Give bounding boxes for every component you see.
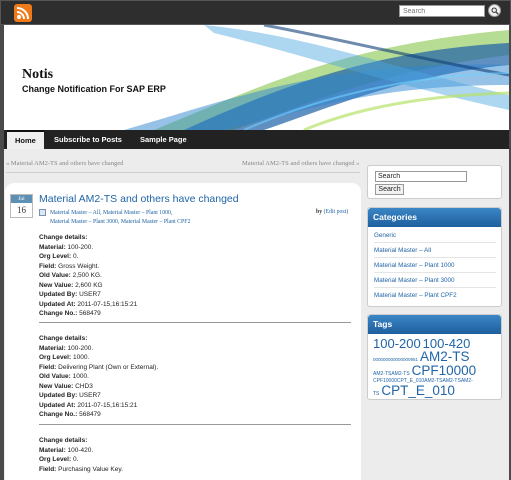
- tags-widget: Tags 100-200 100-420 000000000000000951 …: [367, 314, 502, 400]
- org-value: 0.: [72, 456, 79, 463]
- updated-at-value: 2011-07-15,16:15:21: [77, 401, 138, 409]
- post-date-badge: Jul 16: [10, 194, 33, 218]
- sidebar-search-widget: Search: [367, 165, 502, 199]
- tag-link[interactable]: CPF10000: [412, 363, 477, 378]
- main-nav: Home Subscribe to Posts Sample Page: [4, 130, 509, 149]
- change-details-block: Change details: Material: 100-200. Org L…: [39, 334, 158, 420]
- post-date-day: 16: [17, 205, 26, 215]
- divider: [6, 172, 360, 173]
- category-link[interactable]: Generic: [374, 232, 396, 239]
- tag-cloud: 100-200 100-420 000000000000000951 AM2-T…: [373, 337, 499, 398]
- change-no-label: Change No.:: [39, 411, 78, 418]
- old-value: 2,500 KG.: [72, 272, 102, 279]
- post-categories-line-2[interactable]: Material Master – Plant 3000, Material M…: [50, 218, 230, 227]
- tag-link[interactable]: TS: [373, 391, 379, 397]
- previous-post-link[interactable]: « Material AM2-TS and others have change…: [6, 160, 123, 167]
- new-value-label: New Value:: [39, 281, 74, 289]
- category-divider: [374, 242, 496, 243]
- next-post-link[interactable]: Material AM2-TS and others have changed …: [242, 160, 359, 167]
- updated-at-label: Updated At:: [39, 300, 76, 308]
- updated-by-value: USER7: [79, 291, 101, 298]
- field-value: Purchasing Value Key.: [58, 465, 123, 473]
- change-heading: Change details:: [39, 234, 88, 241]
- org-label: Org Level:: [39, 456, 72, 463]
- category-folder-icon: [39, 209, 46, 216]
- post-byline: by (Edit post): [316, 209, 348, 215]
- nav-item-home[interactable]: Home: [7, 130, 44, 149]
- tag-link[interactable]: CPT_E_010: [381, 383, 455, 398]
- site-description: Change Notification For SAP ERP: [22, 84, 166, 94]
- material-value: 100-420.: [67, 446, 94, 454]
- top-search-input[interactable]: [399, 5, 485, 17]
- change-no-label: Change No.:: [39, 310, 78, 317]
- updated-by-value: USER7: [79, 392, 101, 399]
- org-value: 0.: [72, 253, 79, 260]
- header-swoosh-graphic: [124, 25, 509, 130]
- updated-by-label: Updated By:: [39, 291, 78, 298]
- nav-item-sample-page[interactable]: Sample Page: [140, 130, 187, 149]
- field-label: Field:: [39, 465, 57, 473]
- field-label: Field:: [39, 363, 57, 371]
- material-label: Material:: [39, 344, 66, 352]
- edit-post-link[interactable]: (Edit post): [324, 209, 349, 215]
- nav-item-subscribe[interactable]: Subscribe to Posts: [54, 130, 122, 149]
- material-label: Material:: [39, 446, 66, 454]
- org-value: 1000.: [72, 354, 90, 361]
- category-link[interactable]: Material Master – Plant 3000: [374, 277, 455, 284]
- tag-link[interactable]: 000000000000000951: [373, 357, 418, 362]
- change-heading: Change details:: [39, 437, 88, 444]
- post-categories-line-1[interactable]: Material Master – All, Material Master –…: [50, 209, 230, 218]
- change-no-value: 568479: [79, 411, 101, 418]
- category-divider: [374, 272, 496, 273]
- categories-widget: Categories Generic Material Master – All…: [367, 207, 502, 307]
- old-value-label: Old Value:: [39, 373, 71, 380]
- updated-at-value: 2011-07-15,16:15:21: [77, 300, 138, 308]
- material-value: 100-200.: [67, 243, 94, 251]
- category-link[interactable]: Material Master – Plant CPF2: [374, 292, 457, 299]
- change-heading: Change details:: [39, 335, 88, 342]
- post-date-month: Jul: [11, 195, 32, 203]
- new-value: CHD3: [75, 382, 93, 390]
- site-header: Notis Change Notification For SAP ERP: [4, 25, 509, 130]
- new-value-label: New Value:: [39, 382, 74, 390]
- change-no-value: 568479: [79, 310, 101, 317]
- field-label: Field:: [39, 262, 57, 270]
- category-link[interactable]: Material Master – All: [374, 247, 431, 254]
- rss-icon[interactable]: [14, 4, 32, 22]
- entry-separator: [39, 322, 351, 323]
- category-link[interactable]: Material Master – Plant 1000: [374, 262, 455, 269]
- site-title[interactable]: Notis: [22, 67, 53, 83]
- org-label: Org Level:: [39, 253, 72, 260]
- category-divider: [374, 257, 496, 258]
- field-value: Gross Weight.: [58, 262, 100, 270]
- category-divider: [374, 287, 496, 288]
- sidebar-search-button[interactable]: Search: [375, 184, 404, 195]
- search-icon[interactable]: [488, 4, 501, 17]
- updated-at-label: Updated At:: [39, 401, 76, 409]
- new-value: 2,600 KG: [75, 281, 103, 289]
- old-value: 1000.: [72, 373, 89, 380]
- tag-link[interactable]: 100-200: [373, 336, 421, 351]
- tags-heading: Tags: [368, 315, 501, 334]
- field-value: Delivering Plant (Own or External).: [58, 363, 159, 371]
- entry-separator: [39, 424, 351, 425]
- byline-by: by: [316, 209, 323, 215]
- org-label: Org Level:: [39, 354, 72, 361]
- old-value-label: Old Value:: [39, 272, 71, 279]
- change-details-block: Change details: Material: 100-200. Org L…: [39, 233, 137, 319]
- updated-by-label: Updated By:: [39, 392, 78, 399]
- sidebar-search-input[interactable]: [375, 171, 467, 182]
- tag-link[interactable]: AM2-TSAM2-TS: [373, 371, 410, 377]
- change-details-block: Change details: Material: 100-420. Org L…: [39, 436, 123, 474]
- post-categories: Material Master – All, Material Master –…: [50, 209, 230, 227]
- post-title[interactable]: Material AM2-TS and others have changed: [39, 193, 239, 205]
- top-bar: [0, 0, 511, 25]
- material-label: Material:: [39, 243, 66, 251]
- material-value: 100-200.: [67, 344, 94, 352]
- categories-heading: Categories: [368, 208, 501, 227]
